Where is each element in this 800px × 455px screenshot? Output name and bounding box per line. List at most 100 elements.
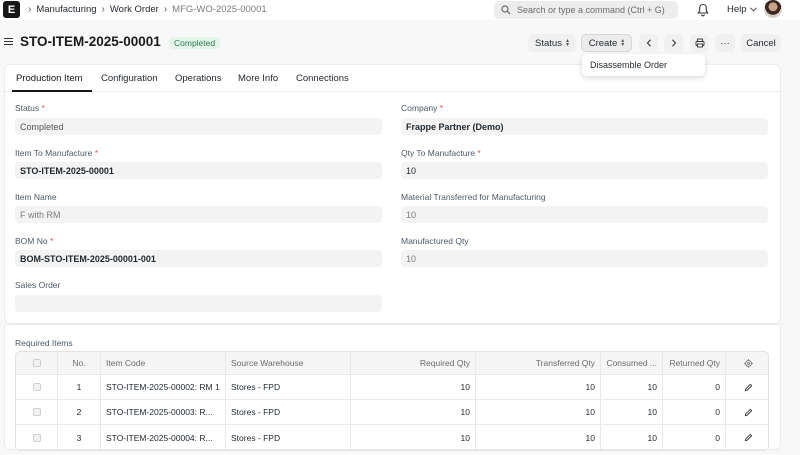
tab-more-info[interactable]: More Info bbox=[238, 73, 278, 84]
row-consumed-qty[interactable]: 10 bbox=[601, 400, 663, 424]
search-bar[interactable]: Search or type a command (Ctrl + G) bbox=[494, 1, 678, 19]
row-required-qty[interactable]: 10 bbox=[351, 375, 476, 399]
search-icon bbox=[501, 5, 511, 15]
bom-no-field[interactable]: BOM-STO-ITEM-2025-00001-001 bbox=[15, 250, 382, 267]
row-checkbox[interactable] bbox=[32, 433, 41, 442]
table-row[interactable]: 3 STO-ITEM-2025-00004: R... Stores - FPD… bbox=[16, 425, 768, 450]
qty-to-manufacture-label: Qty To Manufacture * bbox=[401, 148, 481, 158]
row-edit-cell[interactable] bbox=[726, 400, 768, 424]
row-required-qty[interactable]: 10 bbox=[351, 425, 476, 450]
row-required-qty[interactable]: 10 bbox=[351, 400, 476, 424]
row-select-cell[interactable] bbox=[16, 400, 58, 424]
section-divider bbox=[4, 324, 781, 325]
table-row[interactable]: 2 STO-ITEM-2025-00003: R... Stores - FPD… bbox=[16, 400, 768, 425]
user-avatar[interactable] bbox=[764, 0, 782, 18]
print-button[interactable] bbox=[690, 34, 709, 52]
row-warehouse[interactable]: Stores - FPD bbox=[226, 425, 351, 450]
row-consumed-qty[interactable]: 10 bbox=[601, 375, 663, 399]
cancel-button-label: Cancel bbox=[746, 37, 776, 49]
chevron-right-icon: › bbox=[28, 4, 32, 15]
material-transferred-field: 10 bbox=[401, 206, 768, 223]
search-input[interactable]: Search or type a command (Ctrl + G) bbox=[517, 5, 665, 15]
row-no: 1 bbox=[58, 375, 101, 399]
manufactured-qty-label: Manufactured Qty bbox=[401, 236, 469, 246]
row-edit-cell[interactable] bbox=[726, 425, 768, 450]
row-checkbox[interactable] bbox=[32, 383, 41, 391]
breadcrumb-current[interactable]: MFG-WO-2025-00001 bbox=[172, 4, 267, 15]
col-required-qty: Required Qty bbox=[351, 352, 476, 374]
printer-icon bbox=[695, 38, 705, 48]
help-menu[interactable]: Help bbox=[727, 4, 757, 15]
row-no: 2 bbox=[58, 400, 101, 424]
notification-bell-icon[interactable] bbox=[697, 3, 709, 17]
row-warehouse[interactable]: Stores - FPD bbox=[226, 375, 351, 399]
row-returned-qty[interactable]: 0 bbox=[663, 375, 726, 399]
status-badge: Completed bbox=[169, 37, 221, 49]
active-tab-indicator bbox=[12, 90, 92, 92]
more-actions-button[interactable]: ··· bbox=[715, 34, 735, 52]
col-transferred-qty: Transferred Qty bbox=[476, 352, 601, 374]
row-select-cell[interactable] bbox=[16, 425, 58, 450]
chevron-left-icon bbox=[646, 39, 652, 47]
col-consumed: Consumed ... bbox=[601, 352, 663, 374]
chevron-right-icon bbox=[671, 39, 677, 47]
edit-pencil-icon[interactable] bbox=[744, 383, 753, 392]
row-returned-qty[interactable]: 0 bbox=[663, 425, 726, 450]
row-edit-cell[interactable] bbox=[726, 375, 768, 399]
item-to-manufacture-label: Item To Manufacture * bbox=[15, 148, 99, 158]
page-title: STO-ITEM-2025-00001 bbox=[20, 34, 161, 49]
material-transferred-label: Material Transferred for Manufacturing bbox=[401, 192, 546, 202]
create-dropdown-menu: Disassemble Order bbox=[582, 54, 705, 76]
help-label: Help bbox=[727, 4, 747, 15]
table-row[interactable]: 1 STO-ITEM-2025-00002: RM 1 Stores - FPD… bbox=[16, 375, 768, 400]
tab-configuration[interactable]: Configuration bbox=[101, 73, 158, 84]
row-warehouse[interactable]: Stores - FPD bbox=[226, 400, 351, 424]
row-checkbox[interactable] bbox=[32, 408, 41, 416]
dropdown-item-disassemble-order[interactable]: Disassemble Order bbox=[590, 60, 667, 70]
create-button-label: Create bbox=[588, 37, 618, 49]
settings-gear-icon[interactable] bbox=[743, 358, 753, 368]
row-consumed-qty[interactable]: 10 bbox=[601, 425, 663, 450]
item-name-label: Item Name bbox=[15, 192, 57, 202]
tab-operations[interactable]: Operations bbox=[175, 73, 221, 84]
cancel-button[interactable]: Cancel bbox=[741, 34, 781, 52]
select-all-cell[interactable] bbox=[16, 352, 58, 374]
sidebar-toggle-icon[interactable] bbox=[4, 38, 13, 45]
select-all-checkbox[interactable] bbox=[32, 359, 41, 367]
tab-production-item[interactable]: Production Item bbox=[16, 73, 83, 84]
app-logo[interactable]: E bbox=[3, 1, 20, 18]
row-transferred-qty[interactable]: 10 bbox=[476, 400, 601, 424]
row-item-code[interactable]: STO-ITEM-2025-00004: R... bbox=[101, 425, 226, 450]
row-no: 3 bbox=[58, 425, 101, 450]
previous-record-button[interactable] bbox=[639, 34, 658, 52]
status-label: Status * bbox=[15, 103, 45, 113]
breadcrumb-work-order[interactable]: Work Order bbox=[110, 4, 159, 15]
breadcrumb-manufacturing[interactable]: Manufacturing bbox=[36, 4, 96, 15]
col-no: No. bbox=[58, 352, 101, 374]
row-item-code[interactable]: STO-ITEM-2025-00002: RM 1 bbox=[101, 375, 226, 399]
status-field: Completed bbox=[15, 118, 382, 135]
manufactured-qty-field: 10 bbox=[401, 250, 768, 267]
tab-connections[interactable]: Connections bbox=[296, 73, 349, 84]
sort-caret-icon: ▴ ▾ bbox=[621, 38, 625, 48]
sales-order-field[interactable] bbox=[15, 295, 382, 312]
row-item-code[interactable]: STO-ITEM-2025-00003: R... bbox=[101, 400, 226, 424]
row-transferred-qty[interactable]: 10 bbox=[476, 375, 601, 399]
row-select-cell[interactable] bbox=[16, 375, 58, 399]
chevron-right-icon: › bbox=[101, 4, 105, 15]
item-to-manufacture-field[interactable]: STO-ITEM-2025-00001 bbox=[15, 162, 382, 179]
status-button[interactable]: Status ▴ ▾ bbox=[528, 34, 576, 52]
col-returned-qty: Returned Qty bbox=[663, 352, 726, 374]
top-navbar: E › Manufacturing › Work Order › MFG-WO-… bbox=[0, 0, 800, 20]
row-transferred-qty[interactable]: 10 bbox=[476, 425, 601, 450]
row-returned-qty[interactable]: 0 bbox=[663, 400, 726, 424]
col-source-warehouse: Source Warehouse bbox=[226, 352, 351, 374]
company-field[interactable]: Frappe Partner (Demo) bbox=[401, 118, 768, 135]
breadcrumb: › Manufacturing › Work Order › MFG-WO-20… bbox=[28, 4, 267, 15]
qty-to-manufacture-field[interactable]: 10 bbox=[401, 162, 768, 179]
next-record-button[interactable] bbox=[664, 34, 683, 52]
edit-pencil-icon[interactable] bbox=[744, 408, 753, 417]
column-settings-cell[interactable] bbox=[726, 352, 768, 374]
edit-pencil-icon[interactable] bbox=[744, 433, 753, 442]
create-button[interactable]: Create ▴ ▾ bbox=[581, 34, 632, 52]
